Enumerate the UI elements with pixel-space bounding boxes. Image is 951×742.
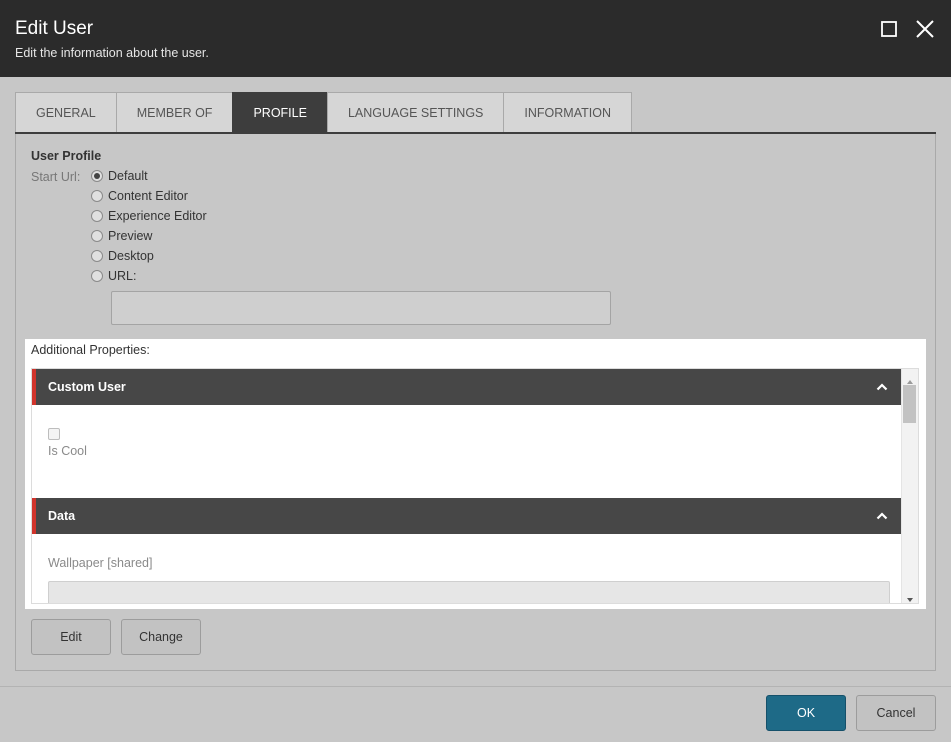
dialog-title: Edit User (15, 18, 94, 39)
dialog-title-bar: Edit User Edit the information about the… (0, 0, 951, 77)
cancel-button[interactable]: Cancel (856, 695, 936, 731)
tab-underline (15, 132, 936, 134)
start-url-label: Start Url: (31, 170, 81, 184)
user-profile-heading: User Profile (31, 149, 102, 163)
close-icon[interactable] (914, 18, 936, 40)
radio-button[interactable] (91, 210, 103, 222)
radio-label: Experience Editor (108, 209, 207, 223)
dialog-subtitle: Edit the information about the user. (15, 46, 209, 60)
ok-button[interactable]: OK (766, 695, 846, 731)
radio-button[interactable] (91, 270, 103, 282)
tab-profile[interactable]: PROFILE (232, 92, 328, 133)
radio-content-editor[interactable]: Content Editor (91, 188, 188, 204)
url-input[interactable] (111, 291, 611, 325)
vertical-scrollbar[interactable] (901, 369, 918, 603)
radio-button[interactable] (91, 230, 103, 242)
section-header-data[interactable]: Data (32, 498, 903, 534)
chevron-up-icon[interactable] (876, 510, 888, 522)
radio-label: Preview (108, 229, 153, 243)
section-header-custom-user[interactable]: Custom User (32, 369, 903, 405)
tab-language-settings[interactable]: LANGUAGE SETTINGS (326, 92, 505, 133)
tab-information[interactable]: INFORMATION (503, 92, 632, 133)
section-title: Custom User (48, 380, 126, 394)
tab-member-of[interactable]: MEMBER OF (115, 92, 234, 133)
radio-label: Desktop (108, 249, 154, 263)
properties-content: Custom User Is Cool Data Wallpaper [shar… (32, 369, 903, 603)
properties-scroll-area[interactable]: Custom User Is Cool Data Wallpaper [shar… (31, 368, 919, 604)
radio-label: Default (108, 169, 148, 183)
edit-button[interactable]: Edit (31, 619, 111, 655)
additional-properties-heading: Additional Properties: (31, 343, 150, 357)
radio-button[interactable] (91, 250, 103, 262)
additional-properties-box: Additional Properties: Custom User Is Co… (25, 339, 926, 609)
chevron-up-icon[interactable] (876, 381, 888, 393)
radio-button[interactable] (91, 170, 103, 182)
maximize-icon[interactable] (879, 18, 901, 40)
tab-general[interactable]: GENERAL (15, 92, 117, 133)
radio-label: Content Editor (108, 189, 188, 203)
scroll-down-arrow-icon[interactable] (906, 591, 914, 602)
change-button[interactable]: Change (121, 619, 201, 655)
scroll-up-arrow-icon[interactable] (906, 373, 914, 384)
scrollbar-thumb[interactable] (903, 385, 916, 423)
section-body-data: Wallpaper [shared] (32, 534, 903, 603)
radio-default[interactable]: Default (91, 168, 148, 184)
wallpaper-label: Wallpaper [shared] (48, 556, 153, 570)
is-cool-checkbox[interactable] (48, 428, 60, 440)
radio-url[interactable]: URL: (91, 268, 136, 284)
section-body-custom-user: Is Cool (32, 405, 903, 498)
radio-button[interactable] (91, 190, 103, 202)
is-cool-label: Is Cool (48, 444, 87, 458)
radio-desktop[interactable]: Desktop (91, 248, 154, 264)
tab-bar: GENERAL MEMBER OF PROFILE LANGUAGE SETTI… (15, 92, 632, 133)
wallpaper-input[interactable] (48, 581, 890, 603)
radio-preview[interactable]: Preview (91, 228, 152, 244)
section-title: Data (48, 509, 76, 523)
radio-experience-editor[interactable]: Experience Editor (91, 208, 207, 224)
radio-label: URL: (108, 269, 137, 283)
